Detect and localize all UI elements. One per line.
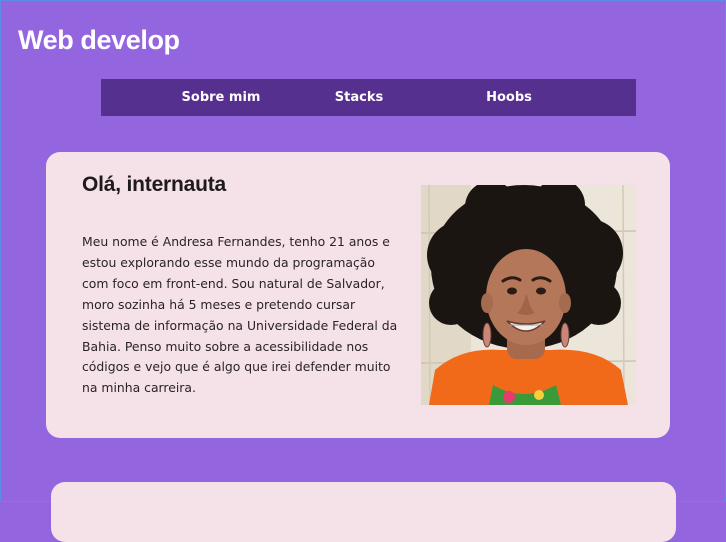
profile-photo-illustration xyxy=(421,185,636,405)
site-title: Web develop xyxy=(18,25,180,55)
nav-item-hoobs[interactable]: Hoobs xyxy=(486,79,532,116)
about-card: Olá, internauta Meu nome é Andresa Ferna… xyxy=(46,152,670,438)
nav-item-sobre-mim[interactable]: Sobre mim xyxy=(182,79,261,116)
about-paragraph: Meu nome é Andresa Fernandes, tenho 21 a… xyxy=(82,234,398,396)
main-nav: Sobre mim Stacks Hoobs xyxy=(101,79,636,116)
about-heading: Olá, internauta xyxy=(82,173,227,196)
profile-photo xyxy=(421,185,636,405)
secondary-card xyxy=(51,482,676,542)
nav-item-stacks[interactable]: Stacks xyxy=(335,79,383,116)
